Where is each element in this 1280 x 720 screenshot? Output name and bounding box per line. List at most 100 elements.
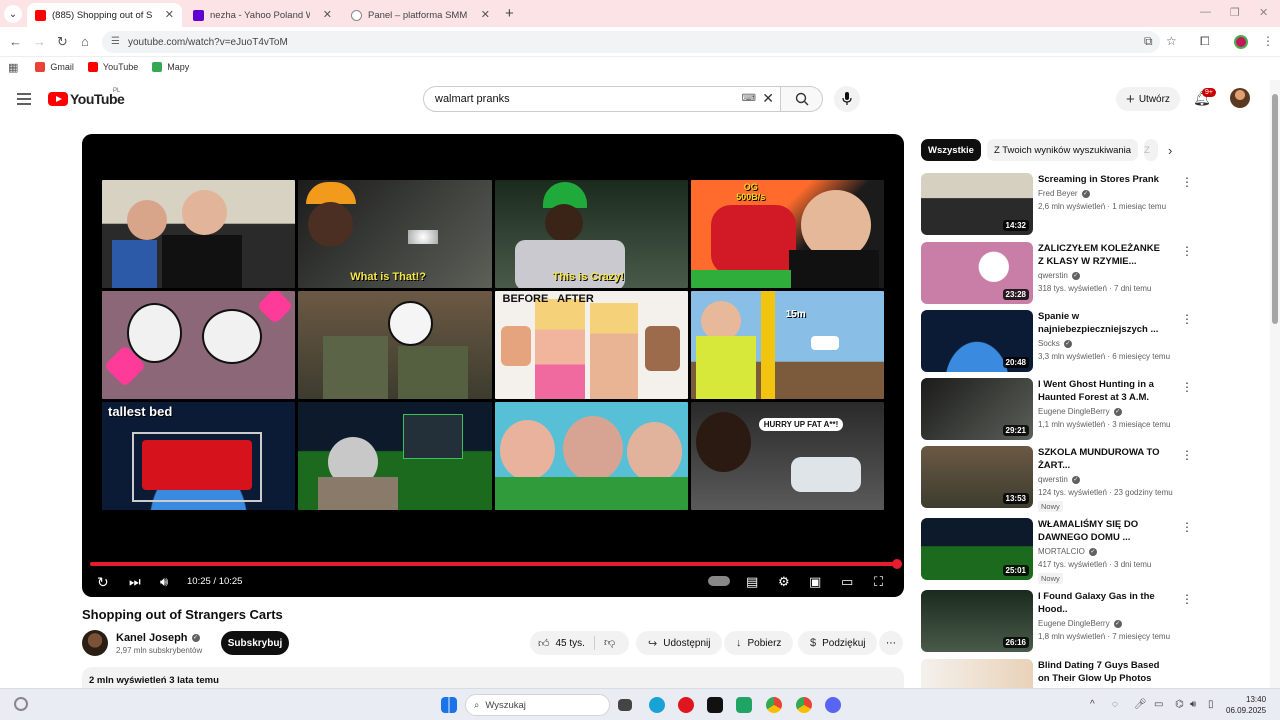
skype-icon[interactable] [649,697,665,713]
rec-title[interactable]: Screaming in Stores Prank [1038,173,1168,186]
browser-tab-smm[interactable]: Panel – platforma SMM ✕ [343,3,498,27]
more-vertical-icon[interactable]: ⋮ [1181,520,1193,534]
settings-gear-icon[interactable]: ⚙ [778,574,790,590]
video-player[interactable]: What is That!? This is Crazy! OG 500B/s [82,134,904,597]
home-icon[interactable]: ⌂ [81,34,89,49]
end-screen-tile[interactable] [102,291,296,399]
bookmark-star-icon[interactable]: ☆ [1166,34,1177,48]
volume-icon[interactable]: 🔊︎ [160,574,168,590]
more-vertical-icon[interactable]: ⋮ [1181,592,1193,606]
chrome-icon[interactable] [766,697,782,713]
reload-icon[interactable]: ↻ [57,34,68,50]
video-thumbnail[interactable] [921,659,1033,688]
create-button[interactable]: + Utwórz [1116,87,1180,111]
tray-mic-icon[interactable]: 🎤︎ [1134,699,1147,710]
voice-search-button[interactable] [834,86,860,112]
search-button[interactable] [781,86,823,112]
tray-chevron-icon[interactable]: ^ [1090,699,1095,710]
rec-channel[interactable]: qwerstin ✓ [1038,475,1080,484]
tray-battery-level-icon[interactable]: ▯ [1208,699,1214,710]
chip-more[interactable]: Z [1144,139,1159,161]
close-tab-icon[interactable]: ✕ [165,8,174,21]
bookmark-youtube[interactable]: YouTube [87,62,138,72]
share-button[interactable]: ↪ Udostępnij [636,631,723,655]
video-thumbnail[interactable]: 20:48 [921,310,1033,372]
rec-title[interactable]: I Found Galaxy Gas in the Hood.. [1038,590,1168,616]
bookmark-maps[interactable]: Mapy [152,62,189,72]
more-vertical-icon[interactable]: ⋮ [1181,175,1193,189]
progress-bar[interactable] [90,559,902,569]
recommendation-item[interactable]: 20:48 Spanie w najniebezpieczniejszych .… [921,310,1193,372]
chip-all[interactable]: Wszystkie [921,139,981,161]
chevron-right-icon[interactable]: › [1168,143,1172,158]
back-icon[interactable]: ← [9,34,22,49]
recommendation-item[interactable]: 14:32 Screaming in Stores Prank Fred Bey… [921,173,1193,235]
rec-title[interactable]: Spanie w najniebezpieczniejszych ... [1038,310,1168,336]
end-screen-tile[interactable]: BEFORE AFTER [494,291,688,399]
rec-channel[interactable]: Eugene DingleBerry ✓ [1038,407,1122,416]
rec-title[interactable]: I Went Ghost Hunting in a Haunted Forest… [1038,378,1168,404]
end-screen-tile[interactable]: This is Crazy! [494,180,688,288]
window-close-icon[interactable]: ✕ [1259,6,1268,19]
new-tab-button[interactable]: + [505,5,514,22]
video-thumbnail[interactable]: 14:32 [921,173,1033,235]
replay-icon[interactable]: ↻ [97,574,109,591]
recommendation-item[interactable]: 13:53 SZKOLA MUNDUROWA TO ŻART... qwerst… [921,446,1193,512]
opera-icon[interactable] [678,697,694,713]
more-vertical-icon[interactable]: ⋮ [1181,380,1193,394]
rec-title[interactable]: Blind Dating 7 Guys Based on Their Glow … [1038,659,1168,685]
search-input[interactable]: walmart pranks ⌨ ✕ [423,86,781,112]
browser-tab-youtube[interactable]: (885) Shopping out of Strangers C ✕ [27,3,182,27]
end-screen-tile[interactable] [298,402,492,510]
tray-volume-icon[interactable]: 🔊︎ [1190,699,1196,710]
chrome-profile-icon[interactable] [796,697,812,713]
video-thumbnail[interactable]: 29:21 [921,378,1033,440]
site-info-icon[interactable]: ☰ [111,36,120,47]
scrollbar-thumb[interactable] [1272,94,1278,324]
chip-from-search[interactable]: Z Twoich wyników wyszukiwania [986,139,1139,161]
miniplayer-icon[interactable]: ▣ [809,574,821,590]
download-button[interactable]: ↓ Pobierz [724,631,794,655]
address-bar[interactable]: ☰ youtube.com/watch?v=eJuoT4vToM [102,31,1160,53]
thumbs-up-icon[interactable]: 👍︎ [538,637,550,650]
end-screen-tile[interactable] [298,291,492,399]
browser-tab-yahoo[interactable]: nezha - Yahoo Poland Wyniki w ✕ [185,3,340,27]
fullscreen-icon[interactable]: ⛶ [874,574,883,590]
tab-search-button[interactable]: ⌄ [4,5,22,23]
rec-channel[interactable]: Fred Beyer ✓ [1038,189,1090,198]
subtitles-icon[interactable]: ▤ [746,574,758,590]
rec-title[interactable]: ZALICZYŁEM KOLEŻANKE Z KLASY W RZYMIE... [1038,242,1168,268]
tray-network-icon[interactable]: ⌬ [1175,699,1184,710]
recommendation-item[interactable]: Blind Dating 7 Guys Based on Their Glow … [921,659,1181,688]
rec-channel[interactable]: qwerstin ✓ [1038,271,1080,280]
keyboard-icon[interactable]: ⌨ [742,93,756,104]
more-actions-button[interactable]: ⋯ [879,631,903,655]
recommendation-item[interactable]: 29:21 I Went Ghost Hunting in a Haunted … [921,378,1193,440]
terminal-app-icon[interactable] [707,697,723,713]
system-clock[interactable]: 13:40 06.09.2025 [1226,694,1266,716]
menu-icon[interactable] [17,93,31,105]
channel-name[interactable]: Kanel Joseph ✓ [116,632,200,644]
rec-channel[interactable]: Socks ✓ [1038,339,1072,348]
rec-channel[interactable]: Eugene DingleBerry ✓ [1038,619,1122,628]
like-count[interactable]: 45 tys. [556,638,585,649]
video-thumbnail[interactable]: 13:53 [921,446,1033,508]
taskbar-search[interactable]: ⌕ Wyszukaj [465,694,610,716]
video-thumbnail[interactable]: 25:01 [921,518,1033,580]
green-app-icon[interactable] [736,697,752,713]
start-windows-icon[interactable] [441,697,457,713]
autoplay-toggle[interactable] [708,576,730,586]
progress-scrubber[interactable] [892,559,902,569]
recommendation-item[interactable]: 25:01 WŁAMALIŚMY SIĘ DO DAWNEGO DOMU ...… [921,518,1193,584]
close-tab-icon[interactable]: ✕ [323,8,332,21]
apps-grid-icon[interactable]: ▦ [8,61,18,74]
end-screen-tile[interactable]: OG 500B/s [690,180,884,288]
tray-shield-icon[interactable]: ◌ [1112,699,1118,710]
rec-title[interactable]: SZKOLA MUNDUROWA TO ŻART... [1038,446,1168,472]
end-screen-tile[interactable] [494,402,688,510]
thumbs-down-icon[interactable]: 👎︎ [604,636,615,649]
more-vertical-icon[interactable]: ⋮ [1181,448,1193,462]
thanks-button[interactable]: $ Podziękuj [798,631,878,655]
discord-icon[interactable] [825,697,841,713]
task-view-icon[interactable] [618,699,632,711]
